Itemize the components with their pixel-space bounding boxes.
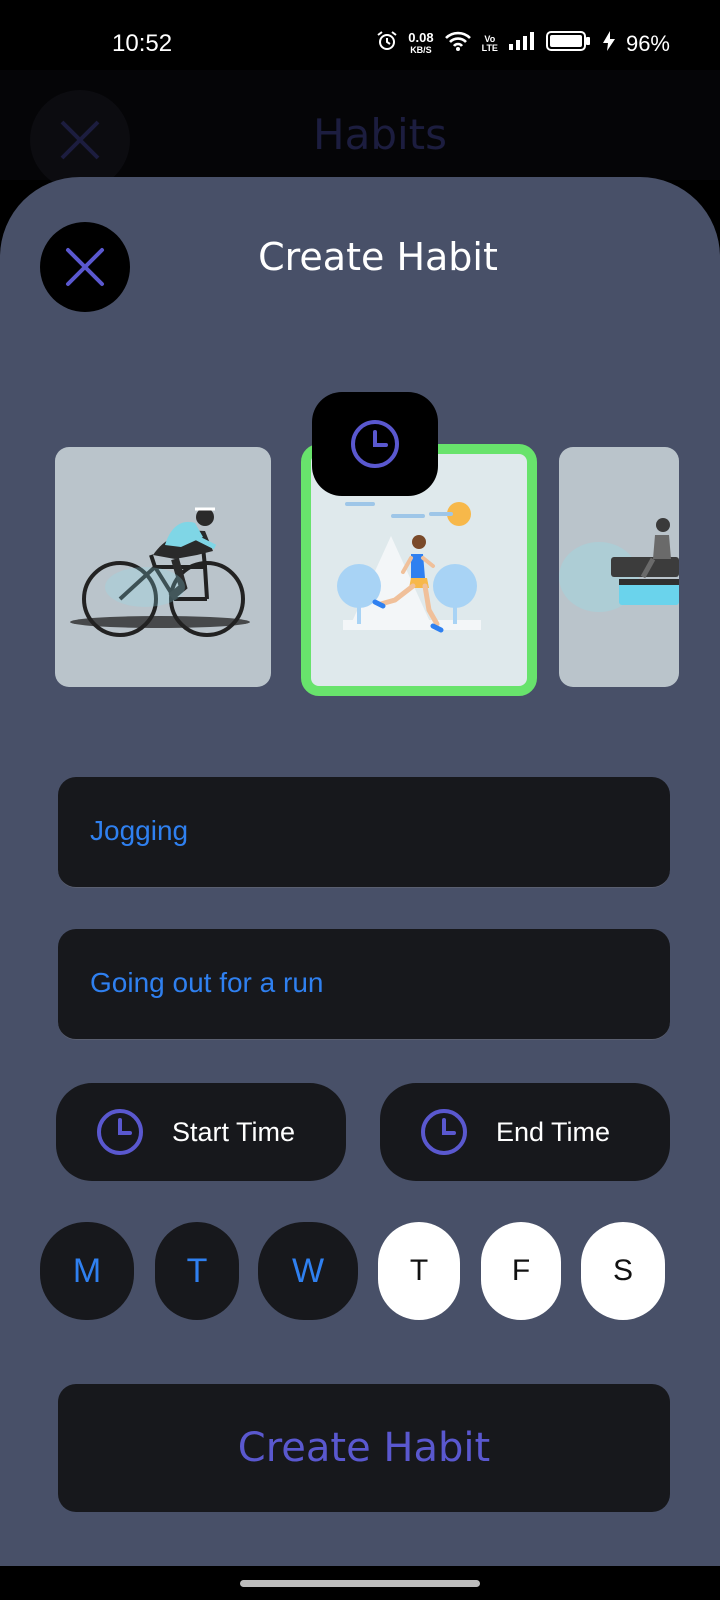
wifi-icon bbox=[444, 30, 472, 57]
speed-unit: KB/S bbox=[410, 44, 432, 55]
start-time-button[interactable]: Start Time bbox=[56, 1083, 346, 1181]
day-monday[interactable]: M bbox=[40, 1222, 134, 1320]
day-tuesday[interactable]: T bbox=[155, 1222, 239, 1320]
bench-illustration bbox=[559, 518, 679, 612]
cyclist-illustration bbox=[70, 507, 250, 637]
battery-percent: 96% bbox=[625, 30, 670, 56]
end-time-label: End Time bbox=[496, 1116, 611, 1147]
day-wednesday[interactable]: W bbox=[258, 1222, 358, 1320]
day-selector: M T W T F S bbox=[0, 1222, 720, 1322]
status-icons: 0.08 KB/S Vo LTE 96% bbox=[376, 30, 670, 57]
network-speed: 0.08 KB/S bbox=[408, 29, 434, 56]
habit-image-cycling[interactable] bbox=[55, 447, 271, 687]
battery-icon bbox=[545, 30, 592, 57]
habit-description-field[interactable]: Going out for a run bbox=[58, 929, 670, 1040]
background-title: Habits bbox=[313, 110, 447, 159]
create-habit-button[interactable]: Create Habit bbox=[58, 1384, 670, 1512]
navigation-bar bbox=[0, 1566, 720, 1600]
habit-description-value: Going out for a run bbox=[90, 967, 324, 998]
habit-image-carousel[interactable] bbox=[0, 392, 720, 712]
volte-indicator: Vo LTE bbox=[481, 34, 498, 53]
habit-name-field[interactable]: Jogging bbox=[58, 777, 670, 888]
status-bar: 10:52 0.08 KB/S Vo LTE 96% bbox=[0, 0, 720, 70]
habit-name-value: Jogging bbox=[90, 815, 189, 846]
clock-icon bbox=[421, 1109, 467, 1155]
signal-icon bbox=[508, 31, 536, 56]
alarm-icon bbox=[376, 30, 398, 57]
day-thursday[interactable]: T bbox=[378, 1222, 460, 1320]
habit-image-bench[interactable] bbox=[559, 447, 679, 687]
create-habit-sheet: Create Habit Jogging Going out for a run… bbox=[0, 177, 720, 1567]
speed-value: 0.08 bbox=[408, 29, 434, 45]
sheet-title: Create Habit bbox=[258, 235, 498, 279]
end-time-button[interactable]: End Time bbox=[380, 1083, 670, 1181]
start-time-label: Start Time bbox=[172, 1116, 296, 1147]
charging-icon bbox=[602, 30, 616, 57]
background-page: Habits bbox=[0, 70, 720, 190]
status-time: 10:52 bbox=[112, 30, 173, 57]
home-gesture-handle[interactable] bbox=[240, 1580, 480, 1587]
day-friday[interactable]: F bbox=[481, 1222, 561, 1320]
habit-time-badge bbox=[312, 392, 438, 496]
day-saturday[interactable]: S bbox=[581, 1222, 665, 1320]
clock-icon bbox=[97, 1109, 143, 1155]
volte-bottom: LTE bbox=[481, 42, 498, 53]
clock-icon bbox=[351, 420, 399, 468]
